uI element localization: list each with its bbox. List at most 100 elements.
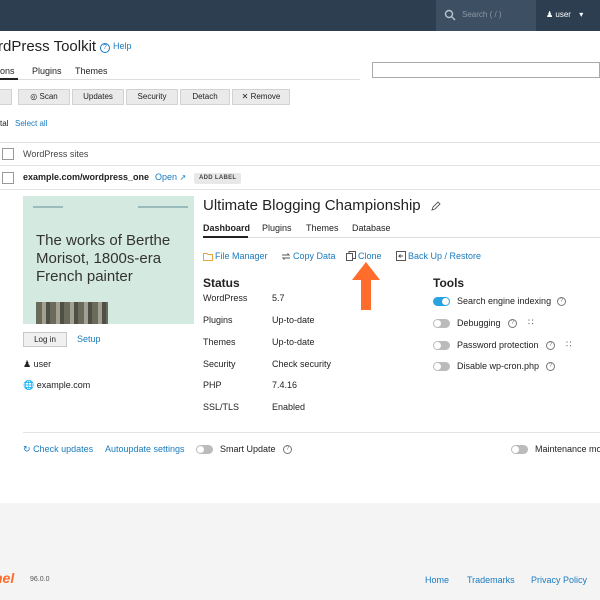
footer-home-link[interactable]: Home xyxy=(425,575,449,585)
smart-update-toggle[interactable] xyxy=(196,445,213,454)
close-icon: ✕ xyxy=(241,92,249,101)
site-url: example.com/wordpress_one xyxy=(23,172,150,182)
refresh-icon: ↻ xyxy=(23,444,31,454)
tab-themes[interactable]: Themes xyxy=(75,66,108,76)
tab-dashboard[interactable]: Dashboard xyxy=(203,223,250,233)
status-label: Security xyxy=(203,359,236,369)
setup-link[interactable]: Setup xyxy=(77,334,101,344)
help-icon: ? xyxy=(100,43,110,53)
disable-wp-cron-toggle[interactable] xyxy=(433,362,450,371)
divider xyxy=(23,432,600,433)
tab-plugins[interactable]: Plugins xyxy=(32,66,62,76)
security-button[interactable]: Security xyxy=(126,89,178,105)
status-label: PHP xyxy=(203,380,222,390)
clone-link[interactable]: Clone xyxy=(346,251,382,261)
add-label-button[interactable]: ADD LABEL xyxy=(194,173,242,184)
footer xyxy=(0,503,600,600)
preview-image xyxy=(36,302,108,324)
tab-themes[interactable]: Themes xyxy=(306,223,339,233)
footer-trademarks-link[interactable]: Trademarks xyxy=(467,575,515,585)
list-header: WordPress sites xyxy=(23,149,89,159)
total-count: tal xyxy=(0,119,9,128)
tool-label: Disable wp-cron.php xyxy=(457,361,540,371)
external-link-icon: ↗ xyxy=(179,173,187,182)
page-title: rdPress Toolkit xyxy=(0,38,97,55)
status-label: Themes xyxy=(203,337,236,347)
backup-restore-link[interactable]: Back Up / Restore xyxy=(396,251,481,261)
chevron-down-icon: ▾ xyxy=(579,10,584,19)
preview-nav-bar xyxy=(138,206,188,208)
tools-heading: Tools xyxy=(433,276,465,290)
status-label: SSL/TLS xyxy=(203,402,240,412)
tab-divider xyxy=(203,237,600,238)
divider xyxy=(0,142,600,143)
search-icon xyxy=(444,9,456,21)
select-all-link[interactable]: Select all xyxy=(15,119,47,128)
settings-sliders-icon[interactable]: ∷ xyxy=(566,339,572,350)
preview-header-bar xyxy=(33,206,63,208)
tab-active-indicator xyxy=(203,236,248,238)
updates-button[interactable]: Updates xyxy=(72,89,124,105)
site-title: Ultimate Blogging Championship xyxy=(203,197,421,214)
divider xyxy=(0,189,600,190)
tab-installations[interactable]: ions xyxy=(0,66,15,76)
status-value: Enabled xyxy=(272,402,306,412)
help-link[interactable]: ? Help xyxy=(100,41,132,53)
login-button[interactable]: Log in xyxy=(23,332,67,347)
remove-button[interactable]: ✕ Remove xyxy=(232,89,290,105)
help-icon[interactable]: ? xyxy=(508,319,517,328)
divider xyxy=(0,165,600,166)
select-all-checkbox[interactable] xyxy=(2,148,14,160)
user-icon: ♟ xyxy=(23,359,32,369)
scan-button[interactable]: ◎ Scan xyxy=(18,89,70,105)
smart-update-label: Smart Update xyxy=(220,444,276,454)
filter-input[interactable] xyxy=(372,62,600,78)
status-label: Plugins xyxy=(203,315,233,325)
site-checkbox[interactable] xyxy=(2,172,14,184)
status-value: 7.4.16 xyxy=(272,380,298,390)
install-button[interactable] xyxy=(0,89,12,105)
help-icon[interactable]: ? xyxy=(546,362,555,371)
detach-button[interactable]: Detach xyxy=(180,89,230,105)
eye-icon: ◎ xyxy=(30,92,38,101)
maintenance-mode-label: Maintenance mo xyxy=(535,444,600,454)
status-value: Up-to-date xyxy=(272,337,315,347)
tool-label: Password protection xyxy=(457,340,539,350)
help-icon[interactable]: ? xyxy=(546,341,555,350)
settings-sliders-icon[interactable]: ∷ xyxy=(528,317,534,328)
password-protection-toggle[interactable] xyxy=(433,341,450,350)
help-icon[interactable]: ? xyxy=(283,445,292,454)
help-icon[interactable]: ? xyxy=(557,297,566,306)
site-user: ♟ user xyxy=(23,359,52,369)
cpanel-logo: nel xyxy=(0,570,15,586)
user-name: user xyxy=(555,10,571,19)
status-value: 5.7 xyxy=(272,293,285,303)
tab-divider xyxy=(0,79,360,80)
footer-privacy-link[interactable]: Privacy Policy xyxy=(531,575,587,585)
search-engine-indexing-toggle[interactable] xyxy=(433,297,450,306)
autoupdate-settings-link[interactable]: Autoupdate settings xyxy=(105,444,185,454)
file-manager-link[interactable]: File Manager xyxy=(203,251,268,261)
site-preview-thumbnail[interactable]: The works of Berthe Morisot, 1800s-era F… xyxy=(23,196,194,324)
status-value: Up-to-date xyxy=(272,315,315,325)
site-domain: 🌐 example.com xyxy=(23,380,91,390)
tab-active-indicator xyxy=(0,78,18,80)
user-menu[interactable]: ♟ user ▾ xyxy=(546,10,583,19)
search-input[interactable]: Search ( / ) xyxy=(436,0,536,31)
version-text: 96.0.0 xyxy=(30,576,50,583)
tab-database[interactable]: Database xyxy=(352,223,391,233)
pencil-icon[interactable] xyxy=(431,201,441,211)
copy-data-link[interactable]: Copy Data xyxy=(281,251,336,261)
search-placeholder: Search ( / ) xyxy=(462,10,502,19)
check-updates-link[interactable]: ↻ Check updates xyxy=(23,444,93,455)
check-security-link[interactable]: Check security xyxy=(272,359,331,369)
tool-label: Debugging xyxy=(457,318,501,328)
status-heading: Status xyxy=(203,276,240,290)
debugging-toggle[interactable] xyxy=(433,319,450,328)
clone-icon xyxy=(346,251,356,261)
maintenance-mode-toggle[interactable] xyxy=(511,445,528,454)
folder-icon xyxy=(203,253,213,261)
tab-plugins[interactable]: Plugins xyxy=(262,223,292,233)
open-site-link[interactable]: Open ↗ xyxy=(155,172,186,182)
arrow-up-icon xyxy=(352,262,380,310)
